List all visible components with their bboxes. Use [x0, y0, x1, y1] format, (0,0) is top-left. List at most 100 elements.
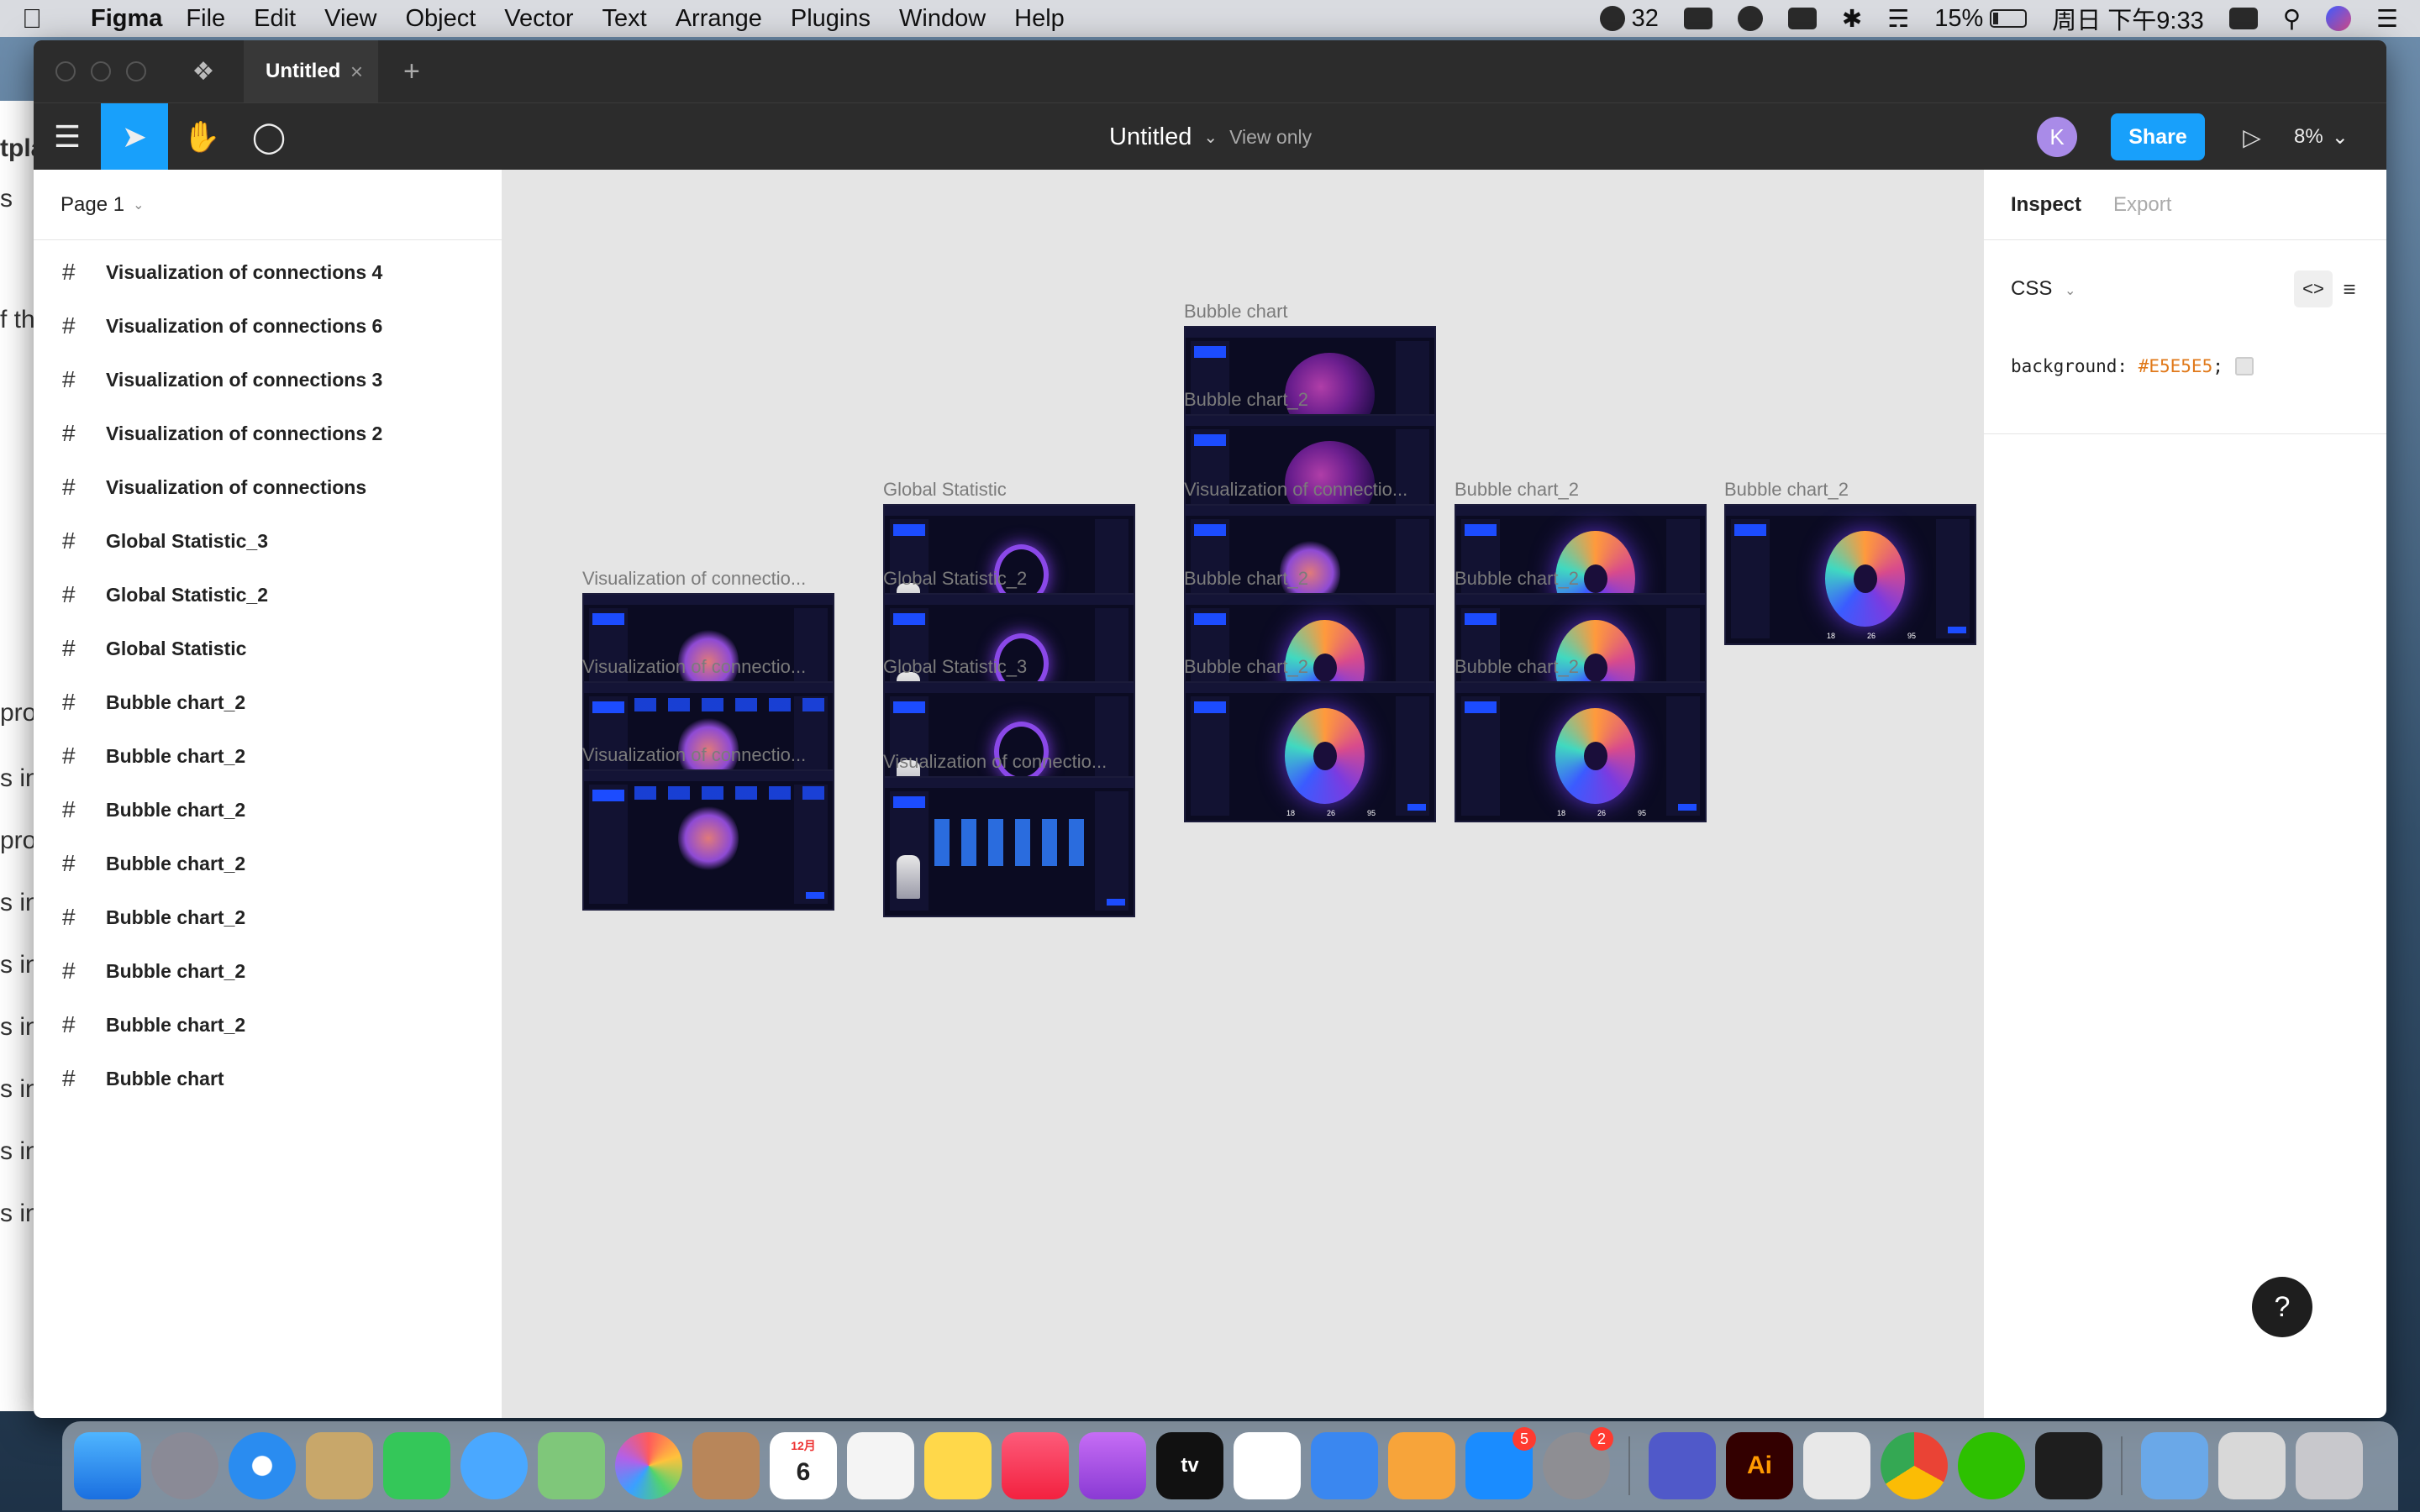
- zoom-menu[interactable]: 8% ⌄: [2294, 103, 2349, 171]
- canvas-frame[interactable]: Bubble chart_2182695: [1455, 656, 1707, 822]
- frame-label[interactable]: Visualization of connectio...: [582, 656, 843, 678]
- menu-help[interactable]: Help: [1014, 5, 1065, 33]
- code-view-toggle[interactable]: <>: [2294, 270, 2333, 307]
- css-code[interactable]: background: #E5E5E5 ;: [2011, 356, 2254, 376]
- hand-tool-button[interactable]: ✋: [168, 103, 235, 171]
- numbers-icon[interactable]: [1234, 1432, 1301, 1499]
- launchpad-icon[interactable]: [151, 1432, 218, 1499]
- canvas-frame[interactable]: Visualization of connectio...: [883, 751, 1135, 917]
- menu-object[interactable]: Object: [405, 5, 476, 33]
- downloads-folder-icon[interactable]: [2141, 1432, 2208, 1499]
- list-view-toggle[interactable]: ≡: [2333, 270, 2366, 307]
- notes-icon[interactable]: [924, 1432, 992, 1499]
- close-tab-icon[interactable]: ×: [350, 59, 363, 85]
- clock[interactable]: 周日 下午9:33: [2052, 1, 2204, 36]
- bluetooth-status[interactable]: ✱: [1842, 4, 1862, 34]
- frame-label[interactable]: Visualization of connectio...: [582, 568, 843, 590]
- frame-label[interactable]: Visualization of connectio...: [582, 744, 843, 766]
- zoom-window-button[interactable]: [126, 61, 146, 81]
- frame-label[interactable]: Bubble chart: [1184, 301, 1444, 323]
- pages-icon[interactable]: [1388, 1432, 1455, 1499]
- trash-icon[interactable]: [2296, 1432, 2363, 1499]
- file-name-menu[interactable]: Untitled ⌄ View only: [1109, 103, 1312, 171]
- tab-inspect[interactable]: Inspect: [2011, 193, 2081, 217]
- layer-item[interactable]: # Bubble chart_2: [34, 890, 502, 944]
- figma-logo-icon[interactable]: ❖: [187, 55, 220, 88]
- frame-label[interactable]: Global Statistic_3: [883, 656, 1144, 678]
- tab-untitled[interactable]: Untitled ×: [244, 40, 378, 102]
- layer-item[interactable]: # Bubble chart_2: [34, 998, 502, 1052]
- screenshots-stack-icon[interactable]: [2218, 1432, 2286, 1499]
- podcasts-icon[interactable]: [1079, 1432, 1146, 1499]
- canvas-frame[interactable]: Bubble chart_2182695: [1184, 656, 1436, 822]
- frame-label[interactable]: Global Statistic_2: [883, 568, 1144, 590]
- safari-icon[interactable]: [229, 1432, 296, 1499]
- menu-vector[interactable]: Vector: [504, 5, 573, 33]
- new-tab-button[interactable]: +: [403, 55, 420, 88]
- menu-window[interactable]: Window: [899, 5, 986, 33]
- spotlight-status[interactable]: ⚲: [2283, 4, 2301, 34]
- facetime-icon[interactable]: [383, 1432, 450, 1499]
- teams-icon[interactable]: [1649, 1432, 1716, 1499]
- apple-menu-icon[interactable]: : [22, 3, 66, 34]
- layer-item[interactable]: # Visualization of connections: [34, 460, 502, 514]
- layer-item[interactable]: # Visualization of connections 4: [34, 245, 502, 299]
- menu-view[interactable]: View: [324, 5, 376, 33]
- layer-item[interactable]: # Global Statistic: [34, 622, 502, 675]
- language-select[interactable]: CSS ⌄: [2011, 277, 2075, 301]
- finder-icon[interactable]: [74, 1432, 141, 1499]
- maps-icon[interactable]: [538, 1432, 605, 1499]
- menu-edit[interactable]: Edit: [254, 5, 296, 33]
- reminders-icon[interactable]: [847, 1432, 914, 1499]
- chrome-icon[interactable]: [1881, 1432, 1948, 1499]
- frame-label[interactable]: Bubble chart_2: [1455, 656, 1715, 678]
- help-button[interactable]: ?: [2252, 1277, 2312, 1337]
- layer-item[interactable]: # Visualization of connections 6: [34, 299, 502, 353]
- menu-app-name[interactable]: Figma: [91, 5, 162, 33]
- preview-icon[interactable]: [306, 1432, 373, 1499]
- layer-item[interactable]: # Bubble chart_2: [34, 944, 502, 998]
- frame-label[interactable]: Global Statistic: [883, 479, 1144, 501]
- photos-icon[interactable]: [615, 1432, 682, 1499]
- main-menu-button[interactable]: ☰: [34, 103, 101, 171]
- canvas[interactable]: Bubble chart124145Bubble chart_2182695Gl…: [502, 170, 1983, 1418]
- control-center-status[interactable]: ☰: [2376, 4, 2398, 34]
- comment-tool-button[interactable]: ◯: [235, 103, 302, 171]
- move-tool-button[interactable]: ➤: [101, 103, 168, 171]
- layer-item[interactable]: # Bubble chart_2: [34, 675, 502, 729]
- tab-export[interactable]: Export: [2113, 193, 2171, 217]
- menu-text[interactable]: Text: [602, 5, 647, 33]
- frame-label[interactable]: Visualization of connectio...: [883, 751, 1144, 773]
- frame-label[interactable]: Bubble chart_2: [1724, 479, 1983, 501]
- frame-label[interactable]: Bubble chart_2: [1455, 568, 1715, 590]
- calendar-icon[interactable]: 12月 6: [770, 1432, 837, 1499]
- layer-item[interactable]: # Global Statistic_2: [34, 568, 502, 622]
- layer-item[interactable]: # Bubble chart_2: [34, 783, 502, 837]
- frame-label[interactable]: Bubble chart_2: [1184, 656, 1444, 678]
- contacts-icon[interactable]: [692, 1432, 760, 1499]
- layer-item[interactable]: # Bubble chart: [34, 1052, 502, 1105]
- music-icon[interactable]: [1002, 1432, 1069, 1499]
- wifi-status[interactable]: ☴: [1887, 4, 1909, 34]
- menu-plugins[interactable]: Plugins: [791, 5, 871, 33]
- display-status[interactable]: [1787, 8, 1817, 29]
- frame-label[interactable]: Bubble chart_2: [1455, 479, 1715, 501]
- system-preferences-icon[interactable]: 2: [1543, 1427, 1613, 1499]
- messages-icon[interactable]: [460, 1432, 528, 1499]
- layer-item[interactable]: # Global Statistic_3: [34, 514, 502, 568]
- layer-item[interactable]: # Bubble chart_2: [34, 729, 502, 783]
- siri-status[interactable]: [2326, 6, 2351, 31]
- layer-item[interactable]: # Bubble chart_2: [34, 837, 502, 890]
- creative-cloud-status[interactable]: [1737, 6, 1763, 31]
- wechat-app-icon[interactable]: [1958, 1432, 2025, 1499]
- minimize-window-button[interactable]: [91, 61, 111, 81]
- apple-tv-icon[interactable]: tv: [1156, 1432, 1223, 1499]
- page-selector[interactable]: Page 1 ⌄: [34, 170, 502, 240]
- share-button[interactable]: Share: [2111, 113, 2205, 160]
- avatar[interactable]: K: [2037, 117, 2077, 157]
- layer-item[interactable]: # Visualization of connections 2: [34, 407, 502, 460]
- frame-label[interactable]: Bubble chart_2: [1184, 568, 1444, 590]
- frame-label[interactable]: Visualization of connectio...: [1184, 479, 1444, 501]
- input-method-status[interactable]: [2228, 8, 2258, 29]
- wechat-status[interactable]: 32: [1599, 5, 1659, 33]
